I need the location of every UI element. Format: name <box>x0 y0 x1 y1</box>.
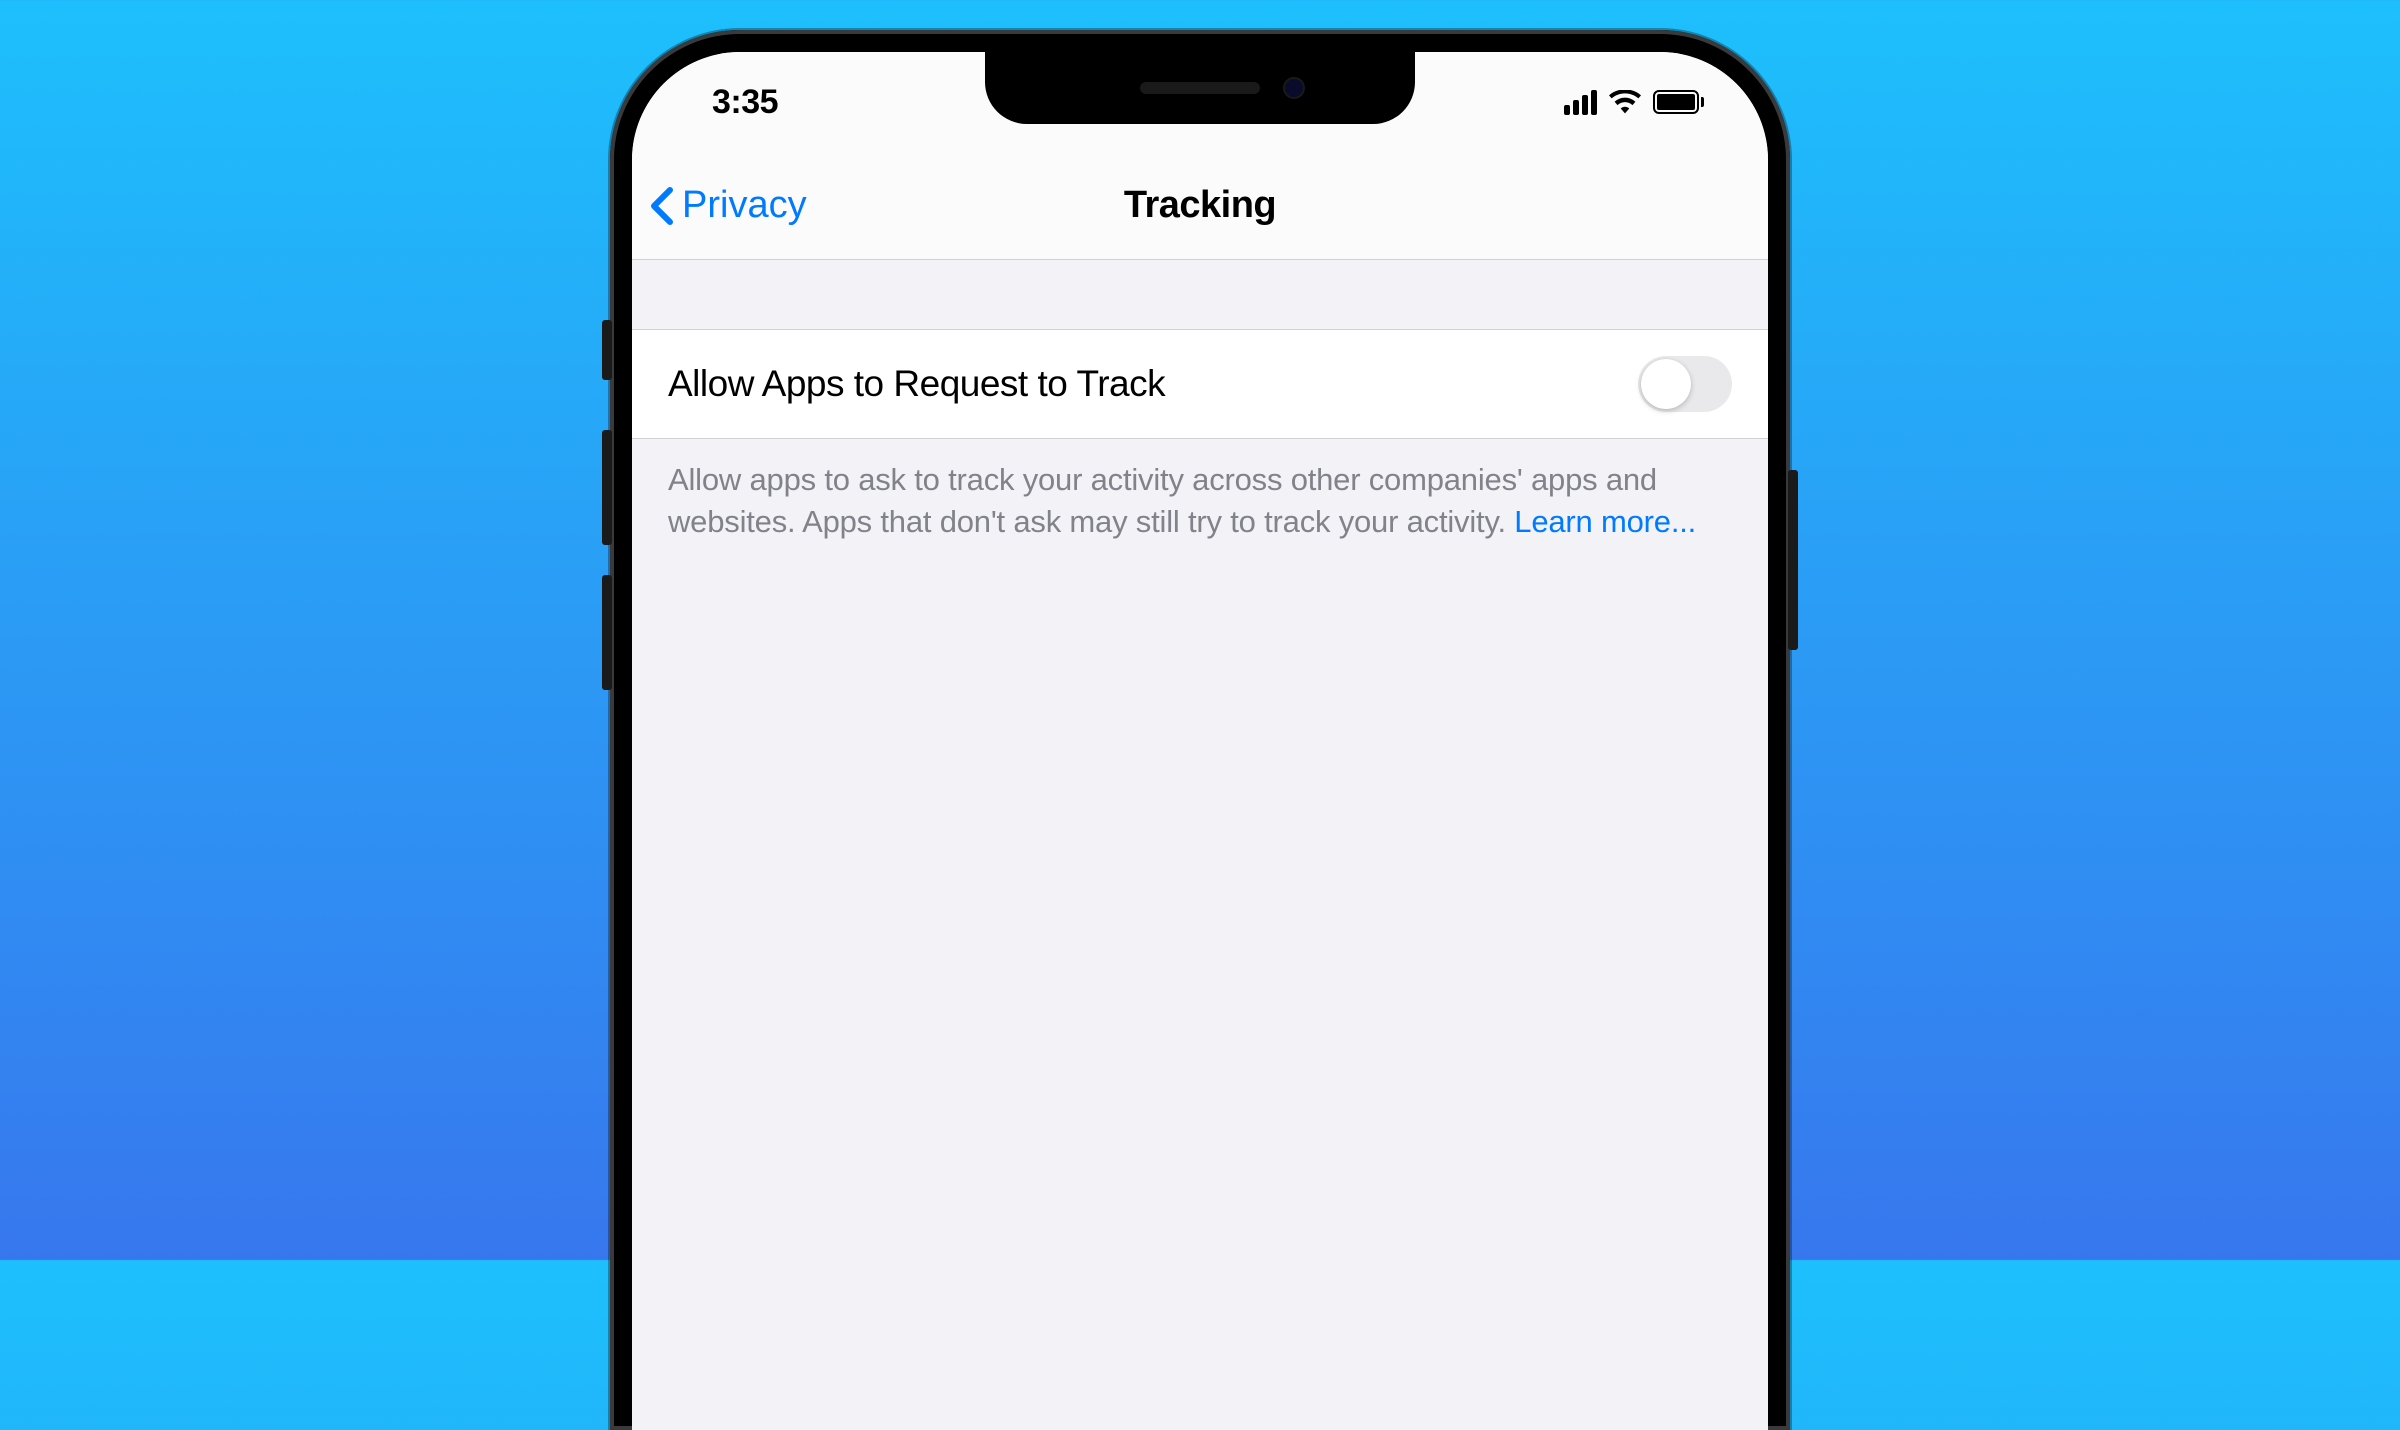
back-button-label: Privacy <box>682 184 807 227</box>
notch <box>985 52 1415 124</box>
setting-label: Allow Apps to Request to Track <box>668 363 1165 405</box>
toggle-knob <box>1641 359 1691 409</box>
allow-tracking-toggle[interactable] <box>1638 356 1732 412</box>
status-time: 3:35 <box>712 83 778 122</box>
footer-description: Allow apps to ask to track your activity… <box>668 459 1732 543</box>
screen: 3:35 <box>632 52 1768 1430</box>
chevron-left-icon <box>650 186 674 226</box>
front-camera <box>1283 77 1305 99</box>
section-footer: Allow apps to ask to track your activity… <box>632 439 1768 563</box>
navigation-bar: Privacy Tracking <box>632 152 1768 260</box>
page-title: Tracking <box>1124 184 1276 227</box>
footer-text: Allow apps to ask to track your activity… <box>668 462 1657 539</box>
mute-switch <box>602 320 612 380</box>
volume-up-button <box>602 430 612 545</box>
learn-more-link[interactable]: Learn more... <box>1514 504 1696 539</box>
back-button[interactable]: Privacy <box>650 184 807 227</box>
section-spacer <box>632 260 1768 330</box>
wifi-icon <box>1609 90 1641 114</box>
phone-frame: 3:35 <box>610 30 1790 1430</box>
speaker <box>1140 82 1260 94</box>
volume-down-button <box>602 575 612 690</box>
power-button <box>1788 470 1798 650</box>
battery-icon <box>1653 90 1704 114</box>
cellular-signal-icon <box>1564 90 1597 115</box>
status-indicators <box>1564 90 1704 115</box>
allow-tracking-row[interactable]: Allow Apps to Request to Track <box>632 330 1768 439</box>
